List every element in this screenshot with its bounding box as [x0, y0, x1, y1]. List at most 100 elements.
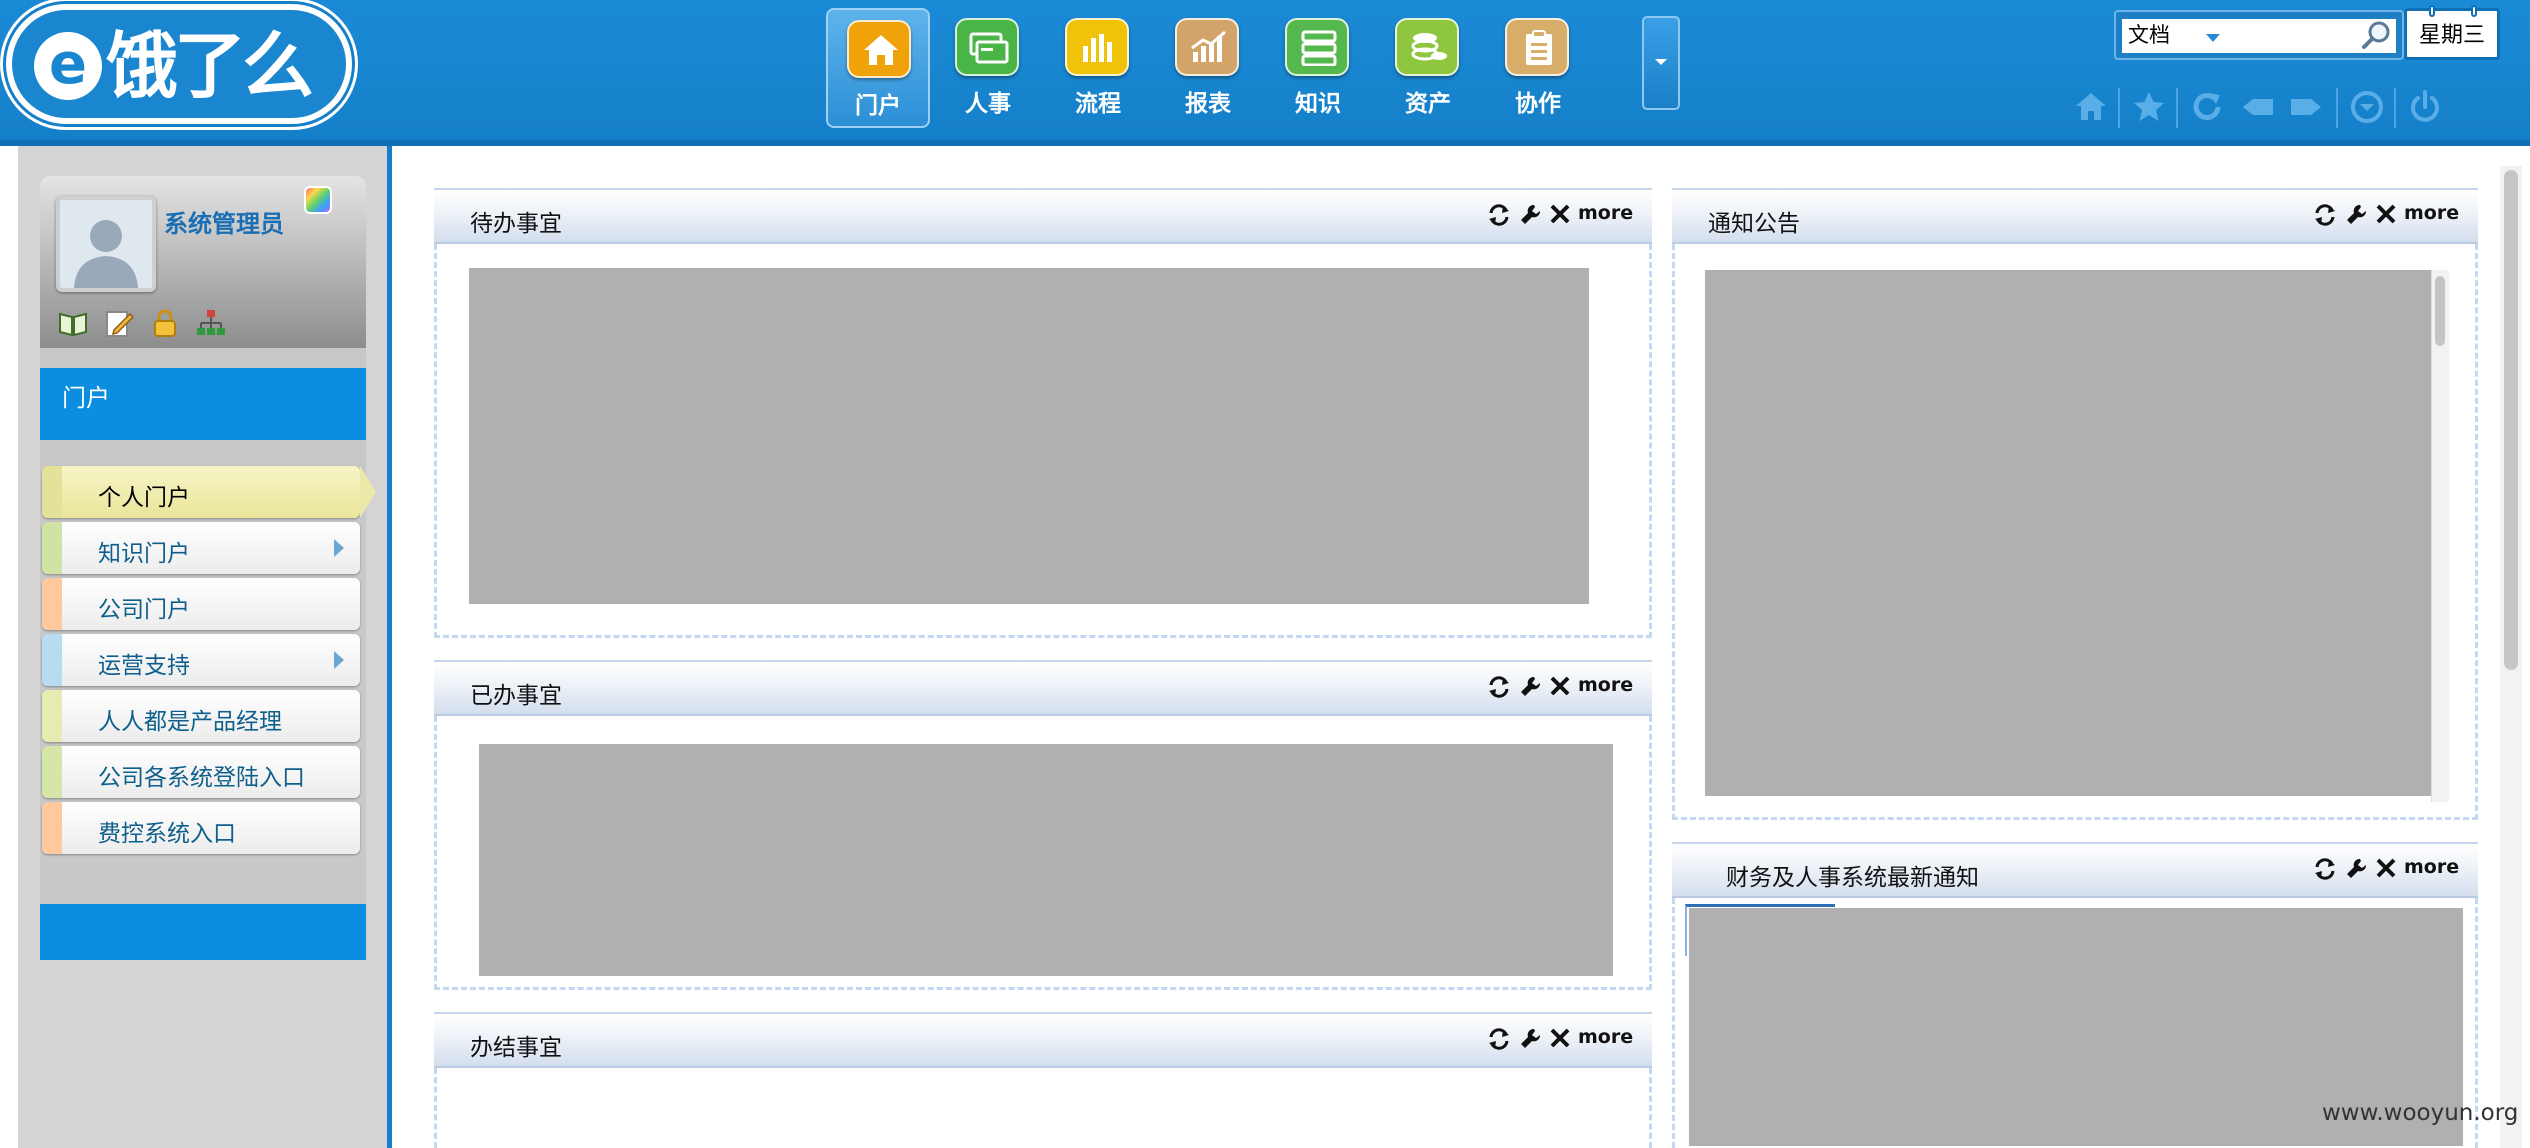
nav-item-collaboration[interactable]: 协作 — [1486, 8, 1590, 128]
close-icon — [2376, 204, 2396, 224]
refresh-arrows-icon — [2315, 858, 2335, 880]
portlet-more-link[interactable]: more — [1578, 202, 1633, 224]
toolbar-home-button[interactable] — [2068, 84, 2114, 130]
portlet-settings-button[interactable] — [1518, 200, 1544, 228]
scrollbar-thumb[interactable] — [2504, 170, 2518, 670]
scrollbar-thumb[interactable] — [2435, 276, 2445, 346]
menu-color-strip — [42, 802, 62, 854]
portlet-refresh-button[interactable] — [2312, 854, 2338, 882]
wrench-icon — [2347, 858, 2367, 878]
org-chart-button[interactable] — [194, 306, 228, 340]
toolbar-collapse-button[interactable] — [2344, 84, 2390, 130]
portlet-refresh-button[interactable] — [2312, 200, 2338, 228]
sidebar-item-label: 知识门户 — [98, 541, 190, 567]
portlet-close-button[interactable] — [1548, 200, 1574, 228]
portlet-refresh-button[interactable] — [1486, 672, 1512, 700]
home-icon — [2076, 93, 2106, 120]
sidebar-section-footer — [40, 904, 366, 960]
menu-color-strip — [42, 746, 62, 798]
portlet-settings-button[interactable] — [1518, 672, 1544, 700]
org-chart-icon — [197, 310, 225, 335]
portlet-header: 待办事宜 more — [434, 188, 1652, 244]
portlet-actions: more — [1486, 672, 1636, 702]
menu-color-strip — [42, 690, 62, 742]
refresh-arrows-icon — [2315, 204, 2335, 226]
nav-item-report[interactable]: 报表 — [1156, 8, 1260, 128]
toolbar-logout-button[interactable] — [2402, 84, 2448, 130]
address-book-button[interactable] — [56, 306, 90, 340]
circle-chevron-down-icon — [2351, 91, 2383, 123]
chevron-right-icon — [334, 651, 344, 669]
portlet-title: 财务及人事系统最新通知 — [1726, 865, 1979, 891]
portlet-done: 已办事宜 more — [434, 660, 1652, 990]
nav-item-process[interactable]: 流程 — [1046, 8, 1150, 128]
toolbar-divider — [2176, 88, 2178, 128]
toolbar-refresh-button[interactable] — [2184, 84, 2230, 130]
nav-item-knowledge[interactable]: 知识 — [1266, 8, 1370, 128]
nav-item-assets[interactable]: 资产 — [1376, 8, 1480, 128]
notice-scrollbar[interactable] — [2431, 270, 2449, 802]
magnifier-icon — [2362, 21, 2390, 49]
search-button[interactable] — [2360, 19, 2396, 53]
portlet-more-link[interactable]: more — [1578, 674, 1633, 696]
portlet-more-link[interactable]: more — [2404, 856, 2459, 878]
nav-more-button[interactable] — [1642, 16, 1680, 110]
toolbar-forward-button[interactable] — [2284, 84, 2330, 130]
user-profile: 系统管理员 — [40, 176, 366, 348]
sidebar-item-expense-system[interactable]: 费控系统入口 — [42, 802, 360, 854]
weekday-text: 星期三 — [2418, 23, 2485, 48]
nav-label: 流程 — [1075, 91, 1121, 117]
portlet-finished: 办结事宜 more — [434, 1012, 1652, 1148]
menu-color-strip — [42, 466, 62, 518]
sidebar-item-operations-support[interactable]: 运营支持 — [42, 634, 360, 686]
portlet-refresh-button[interactable] — [1486, 200, 1512, 228]
portlet-close-button[interactable] — [2374, 854, 2400, 882]
portlet-refresh-button[interactable] — [1486, 1024, 1512, 1052]
edit-note-icon — [106, 311, 134, 337]
sidebar-item-company-portal[interactable]: 公司门户 — [42, 578, 360, 630]
default-user-icon — [74, 220, 138, 288]
close-icon — [1550, 204, 1570, 224]
wrench-icon — [1521, 676, 1541, 696]
portlet-close-button[interactable] — [2374, 200, 2400, 228]
nav-label: 人事 — [965, 91, 1011, 117]
portlet-close-button[interactable] — [1548, 1024, 1574, 1052]
toolbar-favorite-button[interactable] — [2126, 84, 2172, 130]
logo[interactable]: e 饿了么 — [6, 4, 352, 124]
portlet-body — [434, 716, 1652, 990]
sidebar-item-label: 公司各系统登陆入口 — [98, 765, 305, 791]
logo-e-mark: e — [34, 32, 102, 100]
sidebar-item-personal-portal[interactable]: 个人门户 — [42, 466, 376, 518]
hr-cards-icon — [955, 18, 1019, 76]
menu-color-strip — [42, 522, 62, 574]
nav-item-hr[interactable]: 人事 — [936, 8, 1040, 128]
clipboard-icon — [1505, 18, 1569, 76]
portlet-settings-button[interactable] — [2344, 854, 2370, 882]
arrow-left-icon — [2243, 99, 2273, 115]
dropdown-caret-icon — [2206, 34, 2220, 42]
search-type-select[interactable]: 文档 — [2122, 19, 2290, 53]
menu-color-strip — [42, 578, 62, 630]
page-scrollbar[interactable] — [2500, 166, 2522, 1148]
change-password-button[interactable] — [148, 306, 182, 340]
theme-palette-icon[interactable] — [304, 186, 332, 214]
nav-label: 报表 — [1185, 91, 1231, 117]
toolbar-divider — [2118, 88, 2120, 128]
sidebar-section-portal[interactable]: 门户 — [40, 368, 366, 440]
toolbar-back-button[interactable] — [2234, 84, 2280, 130]
user-name[interactable]: 系统管理员 — [164, 204, 284, 239]
avatar[interactable] — [56, 196, 156, 292]
search-type-value: 文档 — [2128, 23, 2170, 47]
sidebar-item-system-login[interactable]: 公司各系统登陆入口 — [42, 746, 360, 798]
sidebar-item-label: 个人门户 — [98, 485, 190, 511]
sidebar-item-knowledge-portal[interactable]: 知识门户 — [42, 522, 360, 574]
search-input[interactable] — [2290, 19, 2360, 53]
portlet-settings-button[interactable] — [2344, 200, 2370, 228]
portlet-close-button[interactable] — [1548, 672, 1574, 700]
portlet-more-link[interactable]: more — [1578, 1026, 1633, 1048]
portlet-more-link[interactable]: more — [2404, 202, 2459, 224]
sidebar-item-product-manager[interactable]: 人人都是产品经理 — [42, 690, 360, 742]
portlet-settings-button[interactable] — [1518, 1024, 1544, 1052]
edit-profile-button[interactable] — [102, 306, 136, 340]
nav-item-portal[interactable]: 门户 — [826, 8, 930, 128]
